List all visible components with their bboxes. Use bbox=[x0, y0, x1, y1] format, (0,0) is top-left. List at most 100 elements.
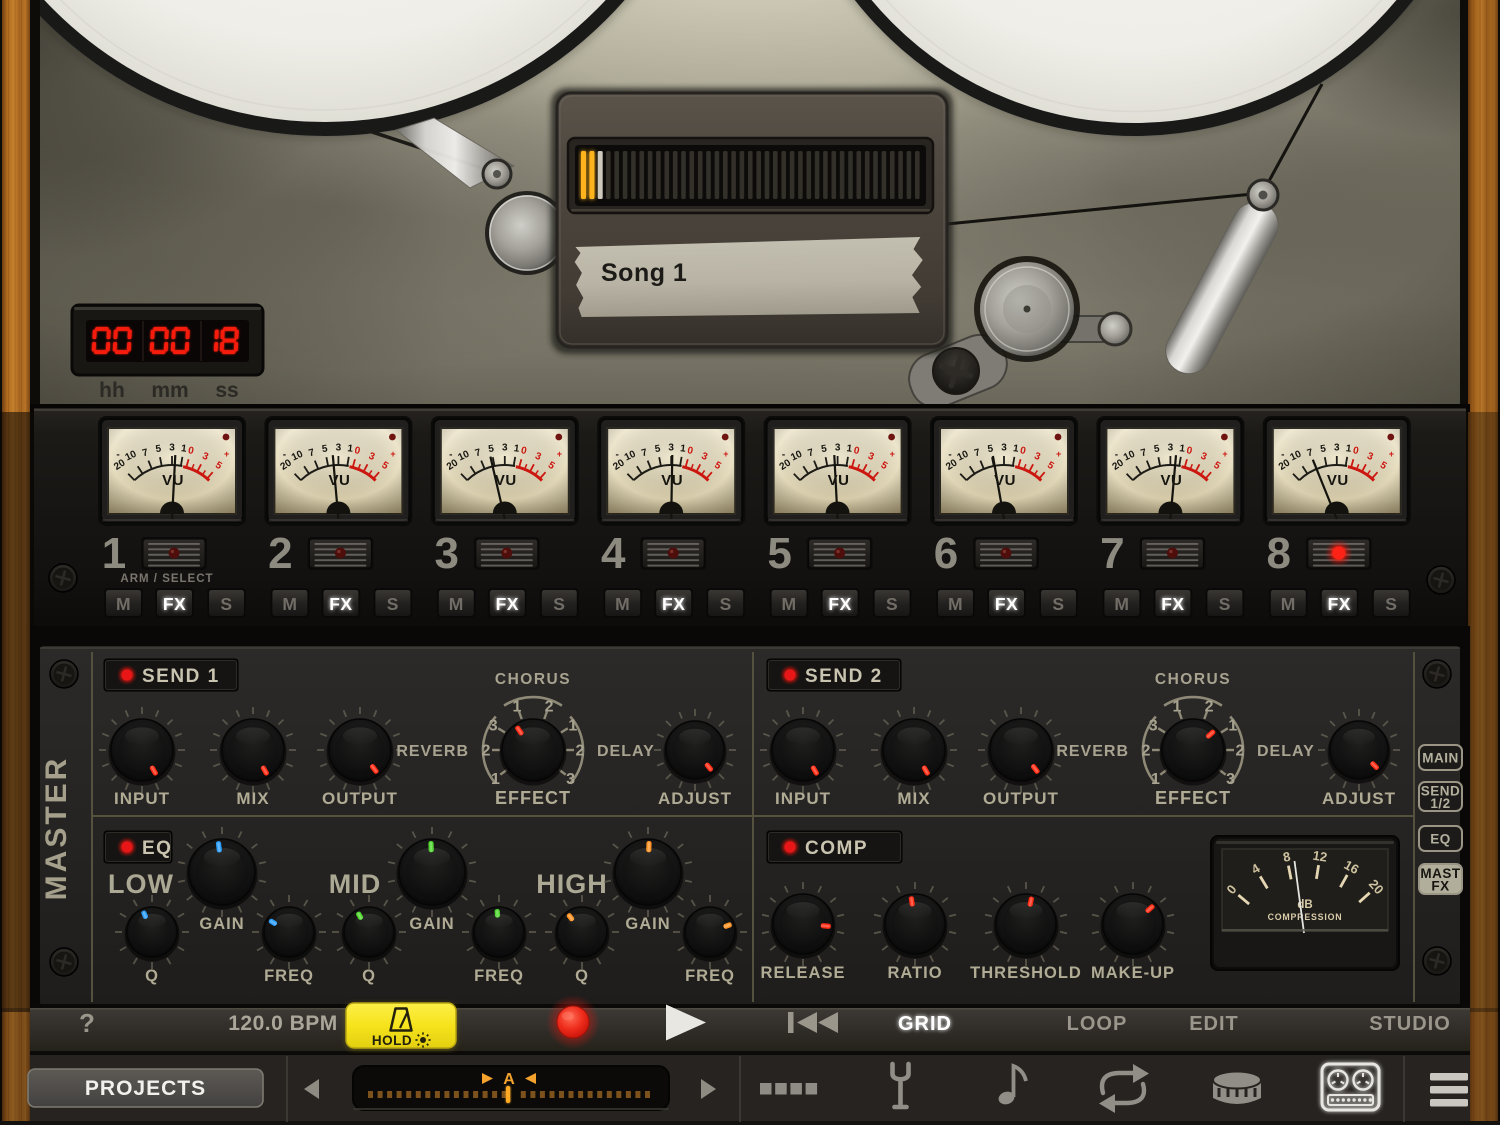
svg-text:REVERB: REVERB bbox=[1056, 743, 1129, 760]
svg-text:VU: VU bbox=[328, 472, 350, 489]
svg-text:Q: Q bbox=[575, 967, 589, 985]
svg-text:S: S bbox=[886, 594, 898, 614]
svg-text:S: S bbox=[220, 594, 232, 614]
svg-text:2: 2 bbox=[482, 743, 491, 760]
svg-text:3: 3 bbox=[502, 443, 508, 454]
svg-text:+: + bbox=[890, 449, 895, 459]
svg-text:3: 3 bbox=[1001, 443, 1007, 454]
svg-text:2: 2 bbox=[268, 529, 292, 578]
svg-text:VU: VU bbox=[1160, 472, 1182, 489]
svg-text:+: + bbox=[1056, 449, 1061, 459]
svg-text:2: 2 bbox=[1236, 743, 1245, 760]
svg-text:-: - bbox=[1115, 450, 1118, 461]
svg-text:3: 3 bbox=[169, 443, 175, 454]
svg-text:-: - bbox=[1281, 450, 1284, 461]
svg-text:Q: Q bbox=[145, 967, 159, 985]
svg-text:SEND 2: SEND 2 bbox=[805, 666, 883, 687]
svg-text:ADJUST: ADJUST bbox=[1322, 789, 1396, 808]
svg-text:FX: FX bbox=[1161, 594, 1184, 614]
svg-text:1: 1 bbox=[102, 529, 126, 578]
svg-text:EFFECT: EFFECT bbox=[495, 788, 571, 808]
svg-text:3: 3 bbox=[435, 529, 459, 578]
svg-text:MAIN: MAIN bbox=[1422, 751, 1459, 766]
svg-text:3: 3 bbox=[835, 443, 841, 454]
svg-text:S: S bbox=[553, 594, 565, 614]
svg-text:S: S bbox=[1219, 594, 1231, 614]
svg-text:2: 2 bbox=[1142, 743, 1151, 760]
svg-text:FX: FX bbox=[995, 594, 1018, 614]
svg-text:DELAY: DELAY bbox=[1257, 743, 1315, 760]
svg-text:1: 1 bbox=[1172, 698, 1181, 715]
svg-text:EQ: EQ bbox=[1430, 832, 1451, 847]
svg-text:REVERB: REVERB bbox=[396, 743, 469, 760]
svg-text:RATIO: RATIO bbox=[887, 964, 942, 982]
svg-text:INPUT: INPUT bbox=[775, 789, 831, 808]
svg-text:M: M bbox=[449, 594, 464, 614]
svg-text:MIX: MIX bbox=[897, 789, 930, 808]
svg-text:1: 1 bbox=[568, 718, 577, 735]
svg-text:LOOP: LOOP bbox=[1067, 1013, 1128, 1035]
svg-text:6: 6 bbox=[934, 529, 958, 578]
svg-text:M: M bbox=[615, 594, 630, 614]
svg-text:HIGH: HIGH bbox=[536, 869, 608, 899]
svg-text:EFFECT: EFFECT bbox=[1155, 788, 1231, 808]
svg-text:3: 3 bbox=[668, 443, 674, 454]
svg-text:-: - bbox=[948, 450, 951, 461]
svg-text:CHORUS: CHORUS bbox=[1155, 671, 1231, 688]
svg-text:FX: FX bbox=[496, 594, 519, 614]
svg-text:-: - bbox=[283, 450, 286, 461]
svg-text:FX: FX bbox=[1328, 594, 1351, 614]
svg-text:7: 7 bbox=[1100, 529, 1124, 578]
svg-text:S: S bbox=[720, 594, 732, 614]
svg-text:?: ? bbox=[79, 1008, 95, 1038]
svg-text:M: M bbox=[948, 594, 963, 614]
svg-text:PROJECTS: PROJECTS bbox=[85, 1077, 206, 1100]
svg-text:OUTPUT: OUTPUT bbox=[322, 789, 398, 808]
svg-text:3: 3 bbox=[1168, 443, 1174, 454]
svg-text:THRESHOLD: THRESHOLD bbox=[970, 964, 1082, 982]
svg-text:FX: FX bbox=[163, 594, 186, 614]
svg-text:Song 1: Song 1 bbox=[601, 259, 687, 287]
svg-text:+: + bbox=[1389, 449, 1394, 459]
svg-text:8: 8 bbox=[1267, 529, 1291, 578]
svg-text:+: + bbox=[723, 449, 728, 459]
svg-text:FX: FX bbox=[329, 594, 352, 614]
svg-text:1: 1 bbox=[1151, 771, 1160, 788]
svg-text:STUDIO: STUDIO bbox=[1369, 1013, 1451, 1035]
svg-text:HOLD: HOLD bbox=[372, 1033, 412, 1048]
svg-text:+: + bbox=[224, 449, 229, 459]
svg-text:-: - bbox=[616, 450, 619, 461]
svg-text:COMP: COMP bbox=[805, 838, 868, 859]
svg-text:1: 1 bbox=[512, 698, 521, 715]
svg-text:M: M bbox=[282, 594, 297, 614]
svg-text:GAIN: GAIN bbox=[199, 915, 244, 933]
svg-text:S: S bbox=[1385, 594, 1397, 614]
svg-text:5: 5 bbox=[767, 529, 791, 578]
svg-text:2: 2 bbox=[576, 743, 585, 760]
svg-text:VU: VU bbox=[1327, 472, 1349, 489]
svg-text:2: 2 bbox=[1205, 698, 1214, 715]
svg-text:M: M bbox=[1281, 594, 1296, 614]
svg-text:SEND 1: SEND 1 bbox=[142, 666, 220, 687]
svg-text:FREQ: FREQ bbox=[264, 967, 314, 985]
svg-text:Q: Q bbox=[362, 967, 376, 985]
svg-text:INPUT: INPUT bbox=[114, 789, 170, 808]
svg-text:MID: MID bbox=[329, 869, 382, 899]
svg-text:CHORUS: CHORUS bbox=[495, 671, 571, 688]
svg-text:-: - bbox=[782, 450, 785, 461]
svg-text:3: 3 bbox=[336, 443, 342, 454]
svg-text:+: + bbox=[557, 449, 562, 459]
svg-text:+: + bbox=[1222, 449, 1227, 459]
svg-text:3: 3 bbox=[489, 718, 498, 735]
svg-text:DELAY: DELAY bbox=[597, 743, 655, 760]
svg-text:+: + bbox=[390, 449, 395, 459]
svg-text:3: 3 bbox=[1149, 718, 1158, 735]
svg-text:GAIN: GAIN bbox=[409, 915, 454, 933]
svg-text:3: 3 bbox=[1334, 443, 1340, 454]
svg-text:1: 1 bbox=[491, 771, 500, 788]
svg-text:M: M bbox=[782, 594, 797, 614]
svg-text:A: A bbox=[503, 1071, 515, 1088]
svg-text:-: - bbox=[449, 450, 452, 461]
svg-text:RELEASE: RELEASE bbox=[761, 964, 846, 982]
svg-text:FREQ: FREQ bbox=[685, 967, 735, 985]
